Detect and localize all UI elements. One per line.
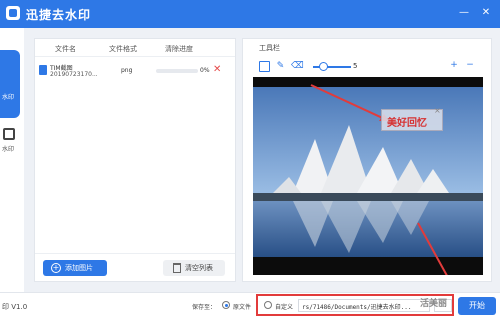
app-logo-icon	[6, 6, 20, 20]
watermark-text: 美好回忆	[387, 118, 427, 129]
original-file-radio[interactable]	[222, 301, 230, 309]
app-title: 迅捷去水印	[26, 8, 92, 22]
screenshot-watermark: 活美丽	[420, 299, 448, 309]
add-image-button[interactable]: + 添加图片	[43, 260, 107, 276]
version-label: 印 V1.0	[2, 303, 28, 311]
close-button[interactable]: ✕	[478, 5, 494, 21]
clear-list-button[interactable]: 清空列表	[163, 260, 225, 276]
add-image-label: 添加图片	[65, 264, 93, 272]
original-file-label: 原文件	[233, 304, 252, 311]
slider-handle[interactable]	[319, 62, 328, 71]
watermark-selection[interactable]: 美好回忆 ×	[381, 106, 443, 131]
delete-icon[interactable]: ✕	[213, 64, 221, 75]
watermark-icon	[3, 128, 15, 140]
close-selection-icon[interactable]: ×	[434, 106, 441, 115]
clear-list-label: 清空列表	[185, 264, 213, 272]
start-button[interactable]: 开始	[458, 297, 496, 315]
title-bar: 迅捷去水印 — ✕	[0, 0, 500, 28]
brush-size-value: 5	[353, 62, 358, 70]
trash-icon	[173, 263, 181, 273]
preview-panel: 工具栏 ✎ ⌫ 5 + − 美好回忆 ×	[242, 38, 492, 282]
column-header-progress: 清除进度	[165, 45, 193, 53]
file-list-actions: + 添加图片 清空列表	[35, 253, 235, 283]
image-canvas[interactable]: 美好回忆 ×	[253, 77, 483, 275]
toolbox-label: 工具栏	[259, 44, 280, 52]
progress-percent: 0%	[200, 67, 210, 74]
sidebar-item-label: 水印	[2, 94, 15, 101]
brush-icon[interactable]: ✎	[275, 61, 286, 72]
minimize-button[interactable]: —	[456, 5, 472, 21]
file-list-panel: 文件名 文件格式 清除进度 TIM截图 20190723170... png 0…	[34, 38, 236, 282]
file-row[interactable]: TIM截图 20190723170... png 0% ✕	[35, 61, 235, 81]
sidebar-item-remove-watermark[interactable]: 水印	[0, 50, 20, 118]
sidebar-item-add-watermark[interactable]: 水印	[0, 124, 20, 174]
plus-icon: +	[51, 263, 61, 273]
file-list-header: 文件名 文件格式 清除进度	[35, 39, 235, 57]
eraser-icon[interactable]: ⌫	[291, 61, 304, 72]
column-header-name: 文件名	[55, 45, 76, 53]
file-format: png	[121, 67, 133, 74]
progress-bar	[156, 69, 198, 73]
sidebar-item-label: 水印	[2, 146, 15, 153]
zoom-in-icon[interactable]: +	[449, 60, 459, 70]
column-header-format: 文件格式	[109, 45, 137, 53]
preview-image	[253, 84, 483, 275]
zoom-out-icon[interactable]: −	[465, 60, 475, 70]
sidebar: 水印 水印	[0, 28, 24, 292]
rectangle-select-icon[interactable]	[259, 61, 270, 72]
file-date: 20190723170...	[50, 71, 98, 78]
save-to-label: 保存至：	[192, 304, 217, 311]
image-file-icon	[39, 65, 47, 75]
